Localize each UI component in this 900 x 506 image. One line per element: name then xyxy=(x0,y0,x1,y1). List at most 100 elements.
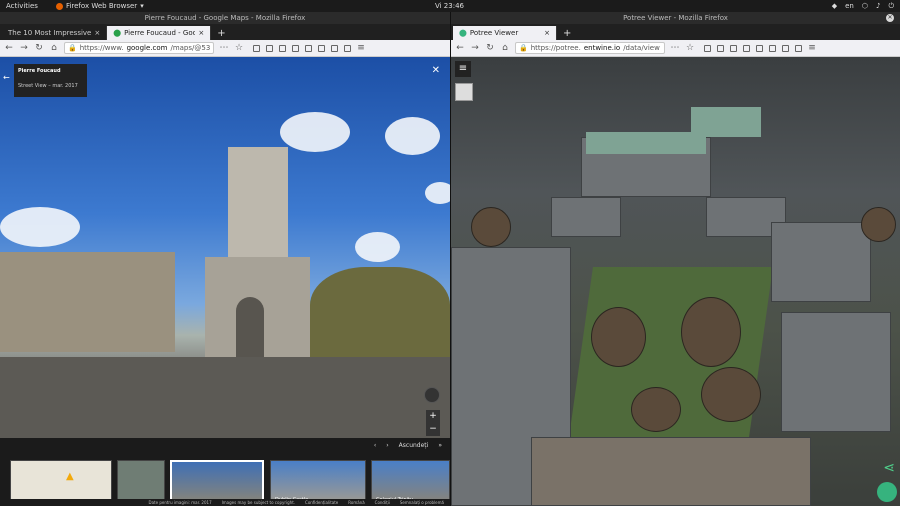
filmstrip-header: ‹ › Ascundeți » xyxy=(374,438,442,452)
window-titlebar: Potree Viewer - Mozilla Firefox ✕ xyxy=(451,12,900,24)
footer-link[interactable]: Condiții xyxy=(375,500,390,505)
extension-icon[interactable] xyxy=(292,44,299,52)
extension-icon[interactable] xyxy=(782,44,789,52)
close-icon[interactable]: ✕ xyxy=(432,65,440,76)
chevron-double-down-icon[interactable]: » xyxy=(438,442,442,449)
navigation-toolbar: ← → ↻ ⌂ 🔒 https://www. google.com/maps/@5… xyxy=(0,40,450,57)
home-icon[interactable]: ⌂ xyxy=(500,43,510,53)
extension-icon[interactable] xyxy=(318,44,325,52)
forward-icon[interactable]: → xyxy=(19,43,29,53)
chevron-right-icon[interactable]: › xyxy=(386,442,388,449)
back-icon[interactable]: ← xyxy=(455,43,465,53)
potree-logo[interactable] xyxy=(877,482,897,502)
potree-menu-icon[interactable]: ≡ xyxy=(455,61,471,77)
extension-icon[interactable] xyxy=(331,44,338,52)
extension-icon[interactable] xyxy=(795,44,802,52)
maps-footer: Date pentru imagini: mar. 2017 Images ma… xyxy=(0,499,450,506)
cloud xyxy=(0,207,80,247)
url-path: /data/view xyxy=(623,44,660,52)
window-close-button[interactable]: ✕ xyxy=(886,14,894,22)
sidebar-icon[interactable] xyxy=(279,44,286,52)
street-view-info-card[interactable]: Pierre Foucaud Street View – mar. 2017 xyxy=(14,64,87,97)
tree xyxy=(861,207,896,242)
navigation-cube-icon[interactable] xyxy=(455,83,473,101)
more-icon[interactable]: ⋯ xyxy=(670,43,680,53)
footer-link[interactable]: Semnalați o problemă xyxy=(400,500,444,505)
home-icon[interactable]: ⌂ xyxy=(49,43,59,53)
menu-icon[interactable]: ≡ xyxy=(807,43,817,53)
new-tab-button[interactable]: + xyxy=(211,26,231,40)
bookmark-star-icon[interactable]: ☆ xyxy=(234,43,244,53)
url-bar[interactable]: 🔒 https://www. google.com/maps/@53 xyxy=(64,42,214,54)
firefox-window-google-maps: Pierre Foucaud - Google Maps - Mozilla F… xyxy=(0,12,450,506)
zoom-in-button[interactable]: + xyxy=(426,410,440,423)
tab-strip: The 10 Most Impressive × ⬤ Pierre Foucau… xyxy=(0,24,450,40)
url-path: /maps/@53 xyxy=(170,44,211,52)
clock[interactable]: Vi 23:46 xyxy=(435,2,464,10)
extension-icon[interactable] xyxy=(344,44,351,52)
download-icon[interactable] xyxy=(253,44,260,52)
tree xyxy=(701,367,761,422)
hide-filmstrip-button[interactable]: Ascundeți xyxy=(399,442,429,449)
tab-10-most-impressive[interactable]: The 10 Most Impressive × xyxy=(2,26,108,40)
more-icon[interactable]: ⋯ xyxy=(219,43,229,53)
extension-icon[interactable] xyxy=(769,44,776,52)
footer-item: Date pentru imagini: mar. 2017 xyxy=(148,500,212,505)
tree xyxy=(471,207,511,247)
forward-icon[interactable]: → xyxy=(470,43,480,53)
extension-icon[interactable] xyxy=(305,44,312,52)
point-cloud-viewport[interactable]: ≡ ⋖ xyxy=(451,57,900,506)
close-icon[interactable]: × xyxy=(198,29,204,37)
trees-right xyxy=(310,267,450,362)
reload-icon[interactable]: ↻ xyxy=(34,43,44,53)
tree xyxy=(631,387,681,432)
compass-icon[interactable] xyxy=(424,387,440,403)
activities-button[interactable]: Activities xyxy=(6,2,38,10)
tab-google-maps[interactable]: ⬤ Pierre Foucaud - Google × xyxy=(107,26,212,40)
app-menu[interactable]: Firefox Web Browser ▾ xyxy=(55,2,144,10)
close-icon[interactable]: × xyxy=(94,29,100,37)
tab-label: The 10 Most Impressive xyxy=(8,29,92,37)
back-icon[interactable]: ← xyxy=(4,43,14,53)
extension-icon[interactable] xyxy=(743,44,750,52)
share-icon[interactable]: ⋖ xyxy=(883,460,895,476)
url-bar[interactable]: 🔒 https://potree. entwine.io/data/view xyxy=(515,42,665,54)
lock-icon: 🔒 xyxy=(519,44,528,52)
extension-icon[interactable] xyxy=(756,44,763,52)
library-icon[interactable] xyxy=(266,44,273,52)
navigation-toolbar: ← → ↻ ⌂ 🔒 https://potree. entwine.io/data… xyxy=(451,40,900,57)
url-host: entwine.io xyxy=(583,44,621,52)
cloud xyxy=(280,112,350,152)
potree-icon: ⬤ xyxy=(459,29,467,37)
footer-link[interactable]: Confidențialitate xyxy=(305,500,338,505)
library-icon[interactable] xyxy=(717,44,724,52)
cobblestone-square xyxy=(0,357,450,438)
footer-link[interactable]: Română xyxy=(348,500,364,505)
system-tray[interactable]: ◆ en ⬡ ♪ ⏻ xyxy=(832,2,894,11)
app-name: Firefox Web Browser xyxy=(65,2,138,10)
street-view-panorama[interactable]: ← Pierre Foucaud Street View – mar. 2017… xyxy=(0,57,450,506)
tab-label: Potree Viewer xyxy=(469,29,519,37)
chevron-left-icon[interactable]: ‹ xyxy=(374,442,376,449)
download-icon[interactable] xyxy=(704,44,711,52)
cloud xyxy=(385,117,440,155)
toolbar-icons xyxy=(253,44,351,52)
author-name[interactable]: Pierre Foucaud xyxy=(18,68,83,74)
tree xyxy=(681,297,741,367)
back-arrow-icon[interactable]: ← xyxy=(3,73,10,82)
window-title: Potree Viewer - Mozilla Firefox xyxy=(623,14,728,22)
close-icon[interactable]: × xyxy=(544,29,550,37)
menu-icon[interactable]: ≡ xyxy=(356,43,366,53)
sidebar-icon[interactable] xyxy=(730,44,737,52)
reload-icon[interactable]: ↻ xyxy=(485,43,495,53)
firefox-window-potree: Potree Viewer - Mozilla Firefox ✕ ⬤ Potr… xyxy=(450,12,900,506)
new-tab-button[interactable]: + xyxy=(557,26,577,40)
url-prefix: https://www. xyxy=(79,44,124,52)
tab-potree-viewer[interactable]: ⬤ Potree Viewer × xyxy=(453,26,557,40)
bookmark-star-icon[interactable]: ☆ xyxy=(685,43,695,53)
building xyxy=(531,437,811,506)
campanile-tower xyxy=(228,147,288,267)
zoom-out-button[interactable]: − xyxy=(426,423,440,436)
left-building xyxy=(0,252,175,352)
language-indicator[interactable]: en xyxy=(845,2,854,11)
